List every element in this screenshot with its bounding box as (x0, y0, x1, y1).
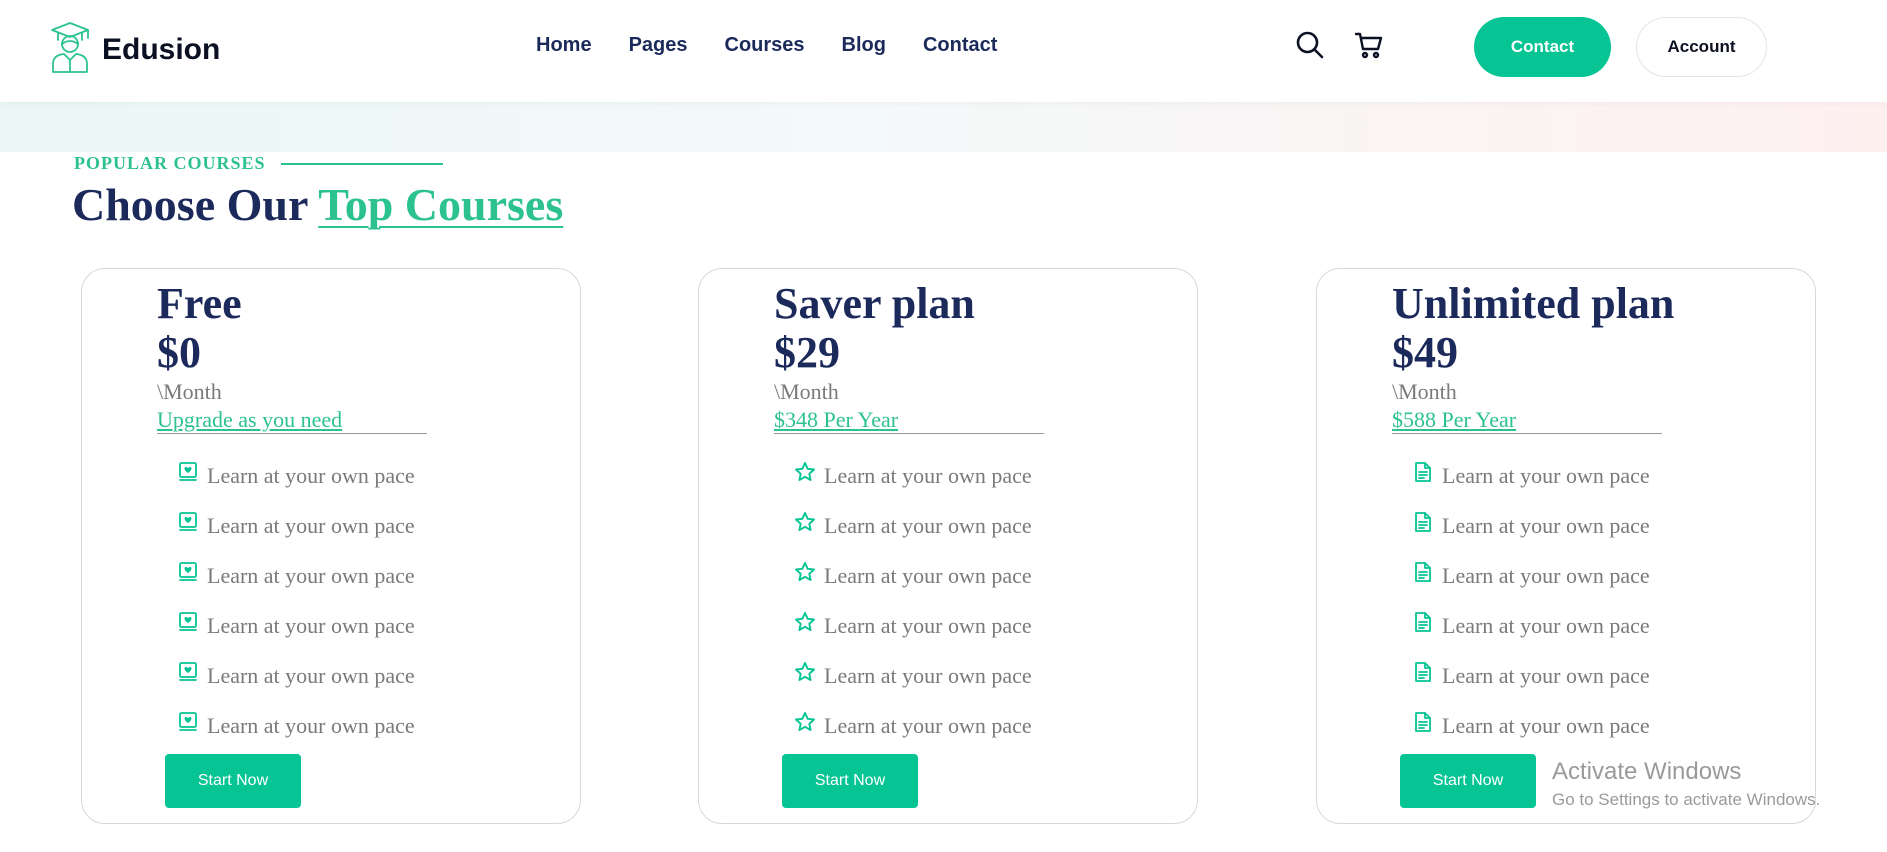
feature-item: Learn at your own pace (794, 651, 1032, 701)
book-heart-icon (177, 611, 199, 633)
search-icon (1296, 31, 1324, 59)
section-eyebrow: POPULAR COURSES (74, 153, 443, 174)
feature-item: Learn at your own pace (1412, 701, 1650, 751)
feature-item: Learn at your own pace (177, 651, 415, 701)
cart-button[interactable] (1352, 28, 1386, 62)
star-icon (794, 461, 816, 483)
nav-item-contact[interactable]: Contact (923, 34, 997, 57)
plan-price: $29 (774, 328, 840, 377)
book-heart-icon (177, 511, 199, 533)
feature-item: Learn at your own pace (177, 551, 415, 601)
activate-windows-watermark: Activate Windows Go to Settings to activ… (1552, 758, 1820, 810)
site-header: Edusion Home Pages Courses Blog Contact … (0, 0, 1887, 102)
cart-icon (1354, 32, 1383, 59)
plan-name: Saver plan (774, 279, 975, 328)
star-icon (794, 511, 816, 533)
title-accent-link[interactable]: Top Courses (318, 179, 563, 230)
contact-button[interactable]: Contact (1474, 17, 1611, 77)
nav-item-home[interactable]: Home (536, 34, 592, 57)
document-icon (1412, 711, 1434, 733)
feature-item: Learn at your own pace (177, 501, 415, 551)
feature-item: Learn at your own pace (794, 451, 1032, 501)
eyebrow-divider (280, 162, 443, 165)
feature-item: Learn at your own pace (794, 701, 1032, 751)
document-icon (1412, 561, 1434, 583)
book-heart-icon (177, 711, 199, 733)
feature-item: Learn at your own pace (1412, 651, 1650, 701)
start-now-button[interactable]: Start Now (1400, 754, 1536, 808)
gradient-band (0, 102, 1887, 152)
feature-item: Learn at your own pace (794, 551, 1032, 601)
plan-note-link[interactable]: $588 Per Year (1392, 407, 1516, 433)
pricing-card-saver: Saver plan $29 \Month $348 Per Year Lear… (698, 268, 1198, 824)
main-nav: Home Pages Courses Blog Contact (536, 34, 997, 57)
plan-name: Unlimited plan (1392, 279, 1675, 328)
feature-list: Learn at your own pace Learn at your own… (794, 451, 1032, 751)
logo[interactable]: Edusion (48, 20, 220, 79)
book-heart-icon (177, 561, 199, 583)
feature-item: Learn at your own pace (1412, 551, 1650, 601)
feature-item: Learn at your own pace (794, 501, 1032, 551)
feature-item: Learn at your own pace (1412, 451, 1650, 501)
nav-item-blog[interactable]: Blog (842, 34, 886, 57)
star-icon (794, 561, 816, 583)
divider (774, 433, 1044, 434)
divider (157, 433, 427, 434)
pricing-card-unlimited: Unlimited plan $49 \Month $588 Per Year … (1316, 268, 1816, 824)
account-button[interactable]: Account (1636, 17, 1767, 77)
book-heart-icon (177, 661, 199, 683)
feature-item: Learn at your own pace (794, 601, 1032, 651)
brand-name: Edusion (102, 32, 221, 66)
document-icon (1412, 461, 1434, 483)
plan-price: $49 (1392, 328, 1458, 377)
feature-item: Learn at your own pace (177, 701, 415, 751)
start-now-button[interactable]: Start Now (165, 754, 301, 808)
document-icon (1412, 661, 1434, 683)
pricing-card-free: Free $0 \Month Upgrade as you need Learn… (81, 268, 581, 824)
watermark-title: Activate Windows (1552, 758, 1742, 785)
document-icon (1412, 511, 1434, 533)
graduate-icon (48, 20, 92, 79)
star-icon (794, 661, 816, 683)
star-icon (794, 611, 816, 633)
plan-period: \Month (157, 379, 222, 404)
section-title: Choose Our Top Courses (72, 178, 563, 231)
feature-item: Learn at your own pace (177, 451, 415, 501)
feature-item: Learn at your own pace (177, 601, 415, 651)
feature-item: Learn at your own pace (1412, 601, 1650, 651)
nav-item-courses[interactable]: Courses (725, 34, 805, 57)
feature-list: Learn at your own pace Learn at your own… (1412, 451, 1650, 751)
plan-note-link[interactable]: $348 Per Year (774, 407, 898, 433)
nav-item-pages[interactable]: Pages (629, 34, 688, 57)
feature-item: Learn at your own pace (1412, 501, 1650, 551)
watermark-subtitle: Go to Settings to activate Windows. (1552, 790, 1821, 809)
book-heart-icon (177, 461, 199, 483)
start-now-button[interactable]: Start Now (782, 754, 918, 808)
plan-note-link[interactable]: Upgrade as you need (157, 407, 342, 433)
document-icon (1412, 611, 1434, 633)
plan-price: $0 (157, 328, 201, 377)
plan-period: \Month (774, 379, 839, 404)
star-icon (794, 711, 816, 733)
search-button[interactable] (1293, 28, 1327, 62)
divider (1392, 433, 1662, 434)
plan-name: Free (157, 279, 242, 328)
title-prefix: Choose Our (72, 179, 319, 230)
feature-list: Learn at your own pace Learn at your own… (177, 451, 415, 751)
eyebrow-text: POPULAR COURSES (74, 153, 266, 173)
plan-period: \Month (1392, 379, 1457, 404)
